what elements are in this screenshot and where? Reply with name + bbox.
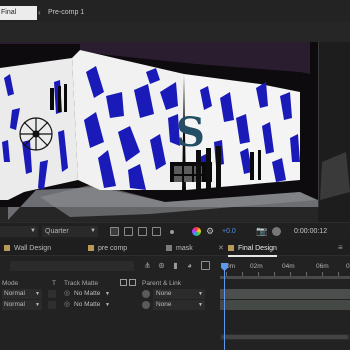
playhead-line	[224, 270, 225, 350]
parent-pick-whip-icon[interactable]	[142, 290, 150, 298]
layer-row[interactable]: Normal ▼ ◎ No Matte ▼ None ▼	[0, 300, 222, 310]
ruler-label: 04m	[282, 263, 295, 270]
t-column-header: T	[52, 280, 56, 287]
track-matte-dropdown[interactable]: ◎ No Matte ▼	[62, 300, 112, 310]
current-time-display[interactable]: 0:00:00:12	[294, 226, 327, 237]
close-icon[interactable]: ✕	[218, 245, 224, 253]
layer-duration-bar[interactable]	[220, 300, 350, 310]
preserve-transparency-toggle[interactable]	[48, 290, 56, 298]
time-ruler[interactable]: 0m 02m 04m 06m 08m	[220, 261, 350, 277]
color-swatch	[166, 245, 172, 251]
blend-mode-dropdown[interactable]: Normal ▼	[2, 289, 42, 299]
track-matte-dropdown[interactable]: ◎ No Matte ▼	[62, 289, 112, 299]
layer-search-input[interactable]	[10, 261, 134, 271]
motion-blur-icon[interactable]	[201, 261, 210, 270]
column	[206, 148, 211, 190]
region-of-interest-icon[interactable]	[110, 227, 119, 236]
mask-visibility-icon[interactable]	[138, 227, 147, 236]
track-matte-column-header: Track Matte	[64, 280, 99, 287]
timeline-tab-bar: Wall Design pre comp mask ✕ Final Design…	[0, 239, 350, 257]
grid-guides-icon[interactable]	[152, 227, 161, 236]
resolution-dropdown[interactable]: Quarter ▼	[42, 226, 98, 237]
timeline-panel: Wall Design pre comp mask ✕ Final Design…	[0, 239, 350, 350]
ruler-label: 02m	[250, 263, 263, 270]
parent-link-column-header: Parent & Link	[142, 280, 182, 287]
mode-column-header: Mode	[2, 280, 19, 287]
tab-wall-design[interactable]: Wall Design	[4, 243, 51, 254]
magnification-dropdown[interactable]: ▼	[0, 226, 38, 237]
pick-whip-icon[interactable]: ◎	[64, 289, 70, 299]
shy-layers-icon[interactable]: ▮	[171, 261, 180, 270]
tab-final-design[interactable]: Final Design	[228, 243, 277, 257]
invert-matte-icon[interactable]	[129, 279, 136, 286]
blend-mode-dropdown[interactable]: Normal ▼	[2, 300, 42, 310]
camera-icon[interactable]: 📷	[256, 227, 267, 236]
tab-pre-comp[interactable]: pre comp	[88, 243, 127, 254]
viewer-canvas[interactable]: S	[0, 22, 350, 222]
ruler-label: 08m	[346, 263, 350, 270]
color-swatch	[228, 245, 234, 251]
color-swatch	[4, 245, 10, 251]
timeline-navigator[interactable]	[220, 334, 350, 340]
matte-toggle-icon[interactable]	[120, 279, 127, 286]
column	[216, 146, 221, 190]
frame-blending-icon[interactable]: ◕	[185, 261, 194, 270]
composition-viewer[interactable]: S	[0, 22, 350, 222]
column	[196, 150, 201, 190]
ruler-label: 06m	[316, 263, 329, 270]
tab-pre-comp-1[interactable]: Pre-comp 1	[48, 6, 84, 20]
layer-duration-bar[interactable]	[220, 289, 350, 299]
tab-final-design[interactable]: Final Design	[0, 6, 37, 30]
layer-row[interactable]: Normal ▼ ◎ No Matte ▼ None ▼	[0, 289, 222, 299]
work-area-bar[interactable]	[220, 276, 350, 279]
draft-3d-icon[interactable]: ⊛	[157, 261, 166, 270]
parent-dropdown[interactable]: None ▼	[153, 300, 205, 310]
sign-letter: S	[176, 109, 205, 156]
preserve-transparency-toggle[interactable]	[48, 301, 56, 309]
parent-dropdown[interactable]: None ▼	[153, 289, 205, 299]
comp-mini-flowchart-icon[interactable]: ⋔	[143, 261, 152, 270]
viewer-control-bar: ▼ Quarter ▼ ⚙ +0.0 📷 0:00:00:12	[0, 222, 350, 239]
close-icon[interactable]: ‹	[38, 9, 41, 17]
parent-pick-whip-icon[interactable]	[142, 301, 150, 309]
tab-mask[interactable]: mask	[166, 243, 193, 254]
active-tab-indicator	[228, 255, 277, 257]
transparency-grid-icon[interactable]	[124, 227, 133, 236]
color-swatch	[88, 245, 94, 251]
pick-whip-icon[interactable]: ◎	[64, 300, 70, 310]
show-snapshot-icon[interactable]	[272, 227, 281, 236]
composition-tab-bar: Final Design ‹ Pre-comp 1	[0, 0, 350, 30]
channel-icon[interactable]	[192, 227, 201, 236]
network-ornament	[19, 117, 53, 151]
panel-menu-icon[interactable]: ≡	[338, 243, 343, 252]
gear-icon[interactable]: ⚙	[206, 227, 215, 236]
navigator-handle[interactable]	[222, 335, 348, 339]
exposure-value[interactable]: +0.0	[222, 226, 236, 237]
more-options-icon[interactable]	[170, 230, 174, 234]
